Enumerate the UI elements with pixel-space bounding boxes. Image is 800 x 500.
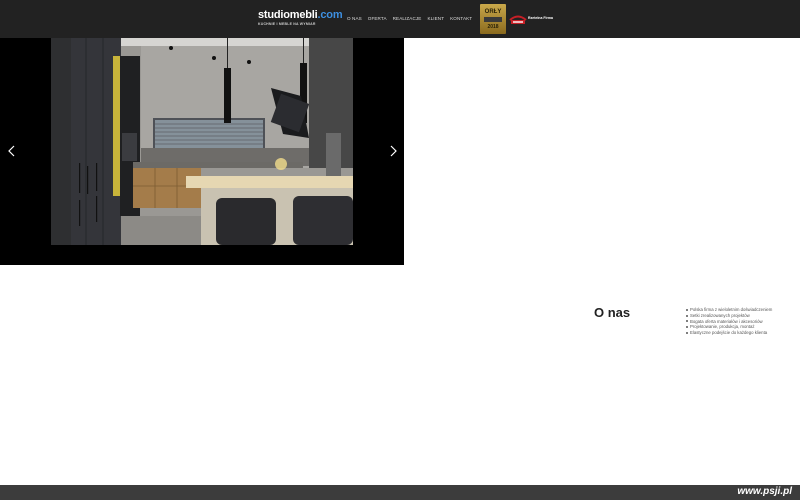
site-header: studiomebli.com KUCHNIE I MEBLE NA WYMIA… [0, 0, 800, 38]
watermark-text: www.psji.pl [737, 486, 792, 497]
chevron-right-icon[interactable] [386, 144, 400, 158]
hero-slider [0, 38, 404, 265]
site-logo[interactable]: studiomebli.com KUCHNIE I MEBLE NA WYMIA… [258, 9, 343, 27]
nav-item-oferta[interactable]: Oferta [368, 16, 387, 21]
logo-domain: .com [317, 9, 343, 21]
rzetelna-firma-badge: Rzetelna Firma [508, 12, 553, 26]
orly-award-badge: ORŁY 2018 [480, 4, 506, 34]
about-title: O nas [594, 305, 631, 320]
nav-item-o-nas[interactable]: O nas [347, 16, 362, 21]
logo-brand: studiomebli [258, 9, 318, 21]
nav-item-kontakt[interactable]: Kontakt [450, 16, 472, 21]
orly-badge-year: 2018 [487, 24, 499, 30]
orly-badge-label: ORŁY [484, 9, 502, 15]
about-list: Polska firma z wieloletnim doświadczenie… [686, 307, 772, 336]
firma-seal-icon [509, 15, 527, 24]
nav-item-klient[interactable]: Klient [427, 16, 444, 21]
firma-badge-label: Rzetelna Firma [528, 16, 553, 20]
nav-item-realizacje[interactable]: Realizacje [393, 16, 422, 21]
main-nav: O nas Oferta Realizacje Klient Kontakt [347, 16, 472, 21]
bottom-bar: www.psji.pl [0, 485, 800, 500]
kitchen-slide-image [51, 38, 353, 245]
chevron-left-icon[interactable] [5, 144, 19, 158]
logo-tagline: KUCHNIE I MEBLE NA WYMIAR [258, 22, 316, 26]
about-list-item: Elastyczne podejście do każdego klienta [686, 330, 772, 336]
